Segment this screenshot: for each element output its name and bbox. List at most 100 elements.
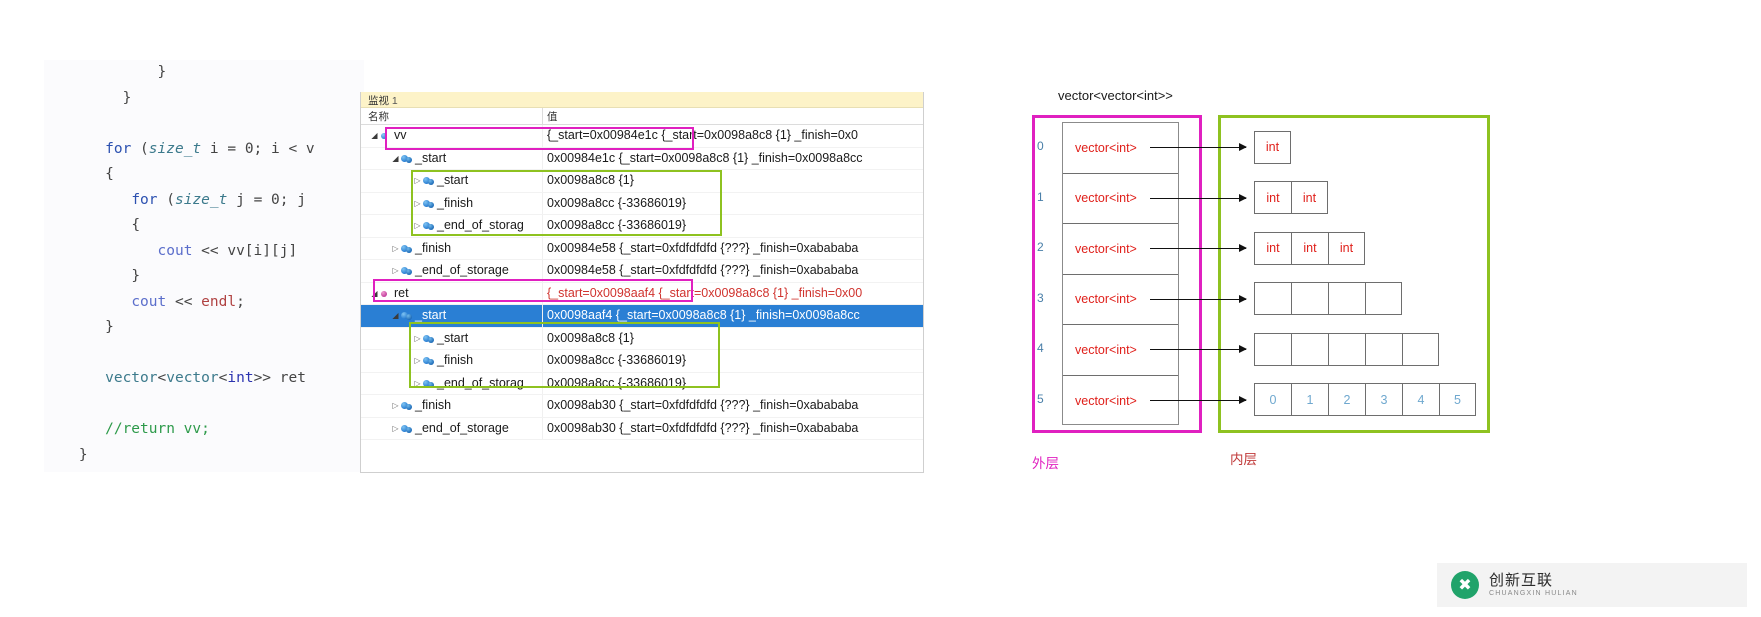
outer-cell-label: vector<int>	[1075, 393, 1137, 408]
watch-row[interactable]: ▷ _end_of_storag 0x0098a8cc {-33686019}	[361, 372, 923, 395]
watch-row[interactable]: ▷ _start 0x0098a8c8 {1}	[361, 170, 923, 193]
watch-row-value[interactable]: 0x00984e58 {_start=0xfdfdfdfd {???} _fin…	[547, 260, 923, 282]
chevron-right-icon[interactable]: ▷	[413, 193, 422, 215]
watch-window-title: 监视	[368, 95, 389, 107]
watch-row-name: _finish	[415, 398, 452, 412]
inner-vector-cell	[1291, 282, 1328, 316]
code-editor[interactable]: } } for (size_t i = 0; i < v { for (size…	[44, 60, 364, 472]
outer-cell-label: vector<int>	[1075, 342, 1137, 357]
watch-row-value[interactable]: 0x00984e1c {_start=0x0098a8c8 {1} _finis…	[547, 148, 923, 170]
outer-vector-cell: vector<int>	[1063, 275, 1178, 325]
variable-icon	[400, 243, 413, 254]
watch-row[interactable]: ▷ _finish 0x0098a8cc {-33686019}	[361, 350, 923, 373]
chevron-down-icon[interactable]: ◢	[391, 305, 400, 327]
variable-icon	[400, 153, 413, 164]
code-line: }	[131, 268, 141, 284]
code-line: cout << vv[i][j]	[157, 242, 298, 259]
watch-row-name-cell[interactable]: ◢ _start	[361, 305, 572, 327]
outer-vector-cell: vector<int>	[1063, 376, 1178, 427]
chevron-right-icon[interactable]: ▷	[413, 328, 422, 350]
row-column-divider	[542, 125, 543, 147]
watch-row-value[interactable]: 0x0098aaf4 {_start=0x0098a8c8 {1} _finis…	[547, 305, 923, 327]
outer-index-label: 1	[1037, 189, 1044, 204]
watch-row-value[interactable]: {_start=0x0098aaf4 {_start=0x0098a8c8 {1…	[547, 283, 923, 305]
watch-row[interactable]: ▷ _finish 0x00984e58 {_start=0xfdfdfdfd {?…	[361, 237, 923, 260]
row-column-divider	[542, 192, 543, 214]
watch-row-name: _start	[415, 308, 447, 322]
watch-row-value[interactable]: 0x0098a8c8 {1}	[547, 328, 923, 350]
chevron-down-icon[interactable]: ◢	[391, 148, 400, 170]
watch-row[interactable]: ▷ _finish 0x0098a8cc {-33686019}	[361, 192, 923, 215]
inner-vector-cell: int	[1291, 181, 1328, 215]
chevron-right-icon[interactable]: ▷	[413, 170, 422, 192]
chevron-down-icon[interactable]: ◢	[370, 125, 379, 147]
watch-row-name-cell[interactable]: ◢ vv	[361, 125, 551, 147]
watch-row[interactable]: ▷ _finish 0x0098ab30 {_start=0xfdfdfdfd {?…	[361, 395, 923, 418]
column-header-value[interactable]: 值	[547, 109, 558, 124]
watermark-text: 创新互联 CHUANGXIN HULIAN	[1489, 572, 1578, 597]
watch-row-name-cell[interactable]: ▷ _finish	[361, 395, 572, 417]
chevron-right-icon[interactable]: ▷	[391, 260, 400, 282]
vector-structure-diagram: vector<vector<int>> 012345 vector<int> ve…	[1000, 70, 1540, 490]
outer-vector-cells: vector<int> vector<int> vector<int> vector<…	[1062, 122, 1179, 425]
watch-row-value[interactable]: 0x0098ab30 {_start=0xfdfdfdfd {???} _fin…	[547, 395, 923, 417]
row-column-divider	[542, 327, 543, 349]
code-line: {	[105, 166, 114, 182]
outer-vector-cell: vector<int>	[1063, 123, 1178, 174]
watch-row-value[interactable]: 0x0098a8cc {-33686019}	[547, 373, 923, 395]
inner-vector-cell	[1365, 282, 1402, 316]
watch-row-value[interactable]: 0x0098a8cc {-33686019}	[547, 350, 923, 372]
watch-row-name-cell[interactable]: ▷ _end_of_storage	[361, 418, 572, 440]
inner-vector-cell: 4	[1402, 383, 1439, 417]
chevron-right-icon[interactable]: ▷	[413, 373, 422, 395]
chevron-right-icon[interactable]: ▷	[391, 418, 400, 440]
inner-vector-cell	[1254, 282, 1291, 316]
watch-row-value[interactable]: 0x0098a8cc {-33686019}	[547, 193, 923, 215]
watch-row[interactable]: ▷ _end_of_storage 0x0098ab30 {_start=0xfdf…	[361, 417, 923, 440]
watch-row[interactable]: ▷ _start 0x0098a8c8 {1}	[361, 327, 923, 350]
variable-icon	[379, 130, 392, 141]
variable-icon	[400, 400, 413, 411]
outer-cell-label: vector<int>	[1075, 241, 1137, 256]
chevron-right-icon[interactable]: ▷	[391, 238, 400, 260]
watch-row-value[interactable]: 0x0098ab30 {_start=0xfdfdfdfd {???} _fin…	[547, 418, 923, 440]
watch-row[interactable]: ▷ _end_of_storag 0x0098a8cc {-33686019}	[361, 215, 923, 238]
watch-window[interactable]: 监视 1 名称 值 ◢ vv {_start=0x00984e1c {_start=…	[360, 92, 924, 473]
watch-row-value[interactable]: {_start=0x00984e1c {_start=0x0098a8c8 {1…	[547, 125, 923, 147]
watch-row-value[interactable]: 0x0098a8c8 {1}	[547, 170, 923, 192]
chevron-right-icon[interactable]: ▷	[391, 395, 400, 417]
watch-row[interactable]: ▷ _end_of_storage 0x00984e58 {_start=0xfdf…	[361, 260, 923, 283]
inner-vector-cell: int	[1328, 231, 1365, 265]
watch-window-titlebar[interactable]: 监视 1	[361, 92, 923, 108]
code-line: {	[131, 217, 141, 233]
column-divider[interactable]	[542, 108, 543, 124]
column-header-name[interactable]: 名称	[368, 109, 389, 124]
watch-row-name: ret	[394, 285, 409, 300]
watch-row-name: _finish	[437, 195, 474, 210]
watch-row-name-cell[interactable]: ◢ ret	[361, 283, 551, 305]
watch-row-value[interactable]: 0x00984e58 {_start=0xfdfdfdfd {???} _fin…	[547, 238, 923, 260]
watch-row-name-cell[interactable]: ▷ _end_of_storage	[361, 260, 572, 282]
pointer-arrow	[1150, 193, 1247, 202]
watch-row[interactable]: ◢ _start 0x0098aaf4 {_start=0x0098a8c8 {1}…	[361, 305, 923, 328]
code-line: //return vv;	[105, 421, 210, 437]
watch-row-name: _start	[415, 150, 447, 165]
watermark-brand-en: CHUANGXIN HULIAN	[1489, 589, 1578, 597]
chevron-right-icon[interactable]: ▷	[413, 215, 422, 237]
watch-row-name-cell[interactable]: ◢ _start	[361, 148, 572, 170]
chevron-down-icon[interactable]: ◢	[370, 283, 379, 305]
inner-vector-cell	[1402, 332, 1439, 366]
watch-row-value[interactable]: 0x0098a8cc {-33686019}	[547, 215, 923, 237]
watch-row-name-cell[interactable]: ▷ _finish	[361, 238, 572, 260]
watermark-brand-cn: 创新互联	[1489, 572, 1554, 590]
watch-row[interactable]: ◢ _start 0x00984e1c {_start=0x0098a8c8 {1}…	[361, 147, 923, 170]
inner-vector-row	[1254, 282, 1402, 316]
watch-row[interactable]: ◢ vv {_start=0x00984e1c {_start=0x0098a8c8…	[361, 125, 923, 148]
watch-row[interactable]: ◢ ret {_start=0x0098aaf4 {_start=0x0098a8c…	[361, 282, 923, 305]
code-line: cout << endl;	[131, 293, 245, 310]
code-line: }	[105, 319, 114, 335]
row-column-divider	[542, 350, 543, 372]
chevron-right-icon[interactable]: ▷	[413, 350, 422, 372]
